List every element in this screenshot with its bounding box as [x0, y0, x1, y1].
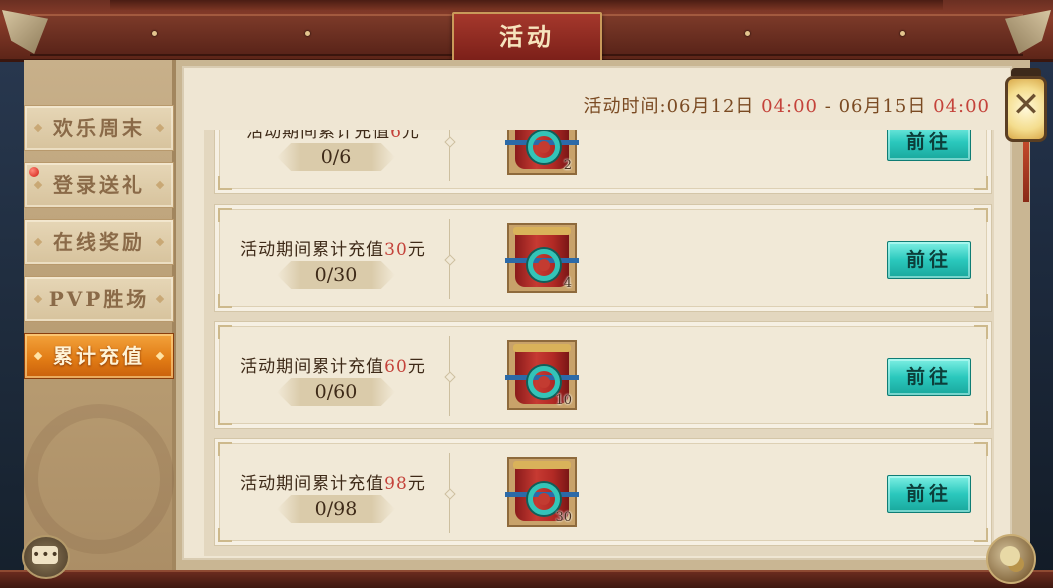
card-corner	[218, 411, 232, 425]
reward-item-qty: 2	[563, 158, 572, 173]
top-strip	[110, 0, 943, 10]
jade-ring	[528, 131, 560, 163]
reward-item-qty: 10	[555, 393, 572, 408]
close-button[interactable]: ✕	[1001, 68, 1051, 202]
sidebar-tab-happy-weekend[interactable]: 欢乐周末	[24, 105, 174, 151]
card-corner	[974, 411, 988, 425]
title-plaque: 活动	[452, 12, 602, 62]
reward-desc-prefix: 活动期间累计充值	[240, 240, 385, 260]
sidebar-tab-label: 欢乐周末	[53, 116, 145, 140]
rail-stud	[305, 31, 310, 36]
sidebar-tab-label: PVP胜场	[48, 287, 150, 311]
event-time-separator: -	[824, 96, 832, 117]
reward-amount: 6	[390, 130, 402, 142]
reward-item-qty: 4	[563, 276, 572, 291]
reward-card: 活动期间累计充值98元 0/98 30 前往	[214, 438, 992, 546]
event-end-time: 04:00	[933, 96, 990, 117]
reward-desc: 活动期间累计充值60元	[233, 352, 433, 377]
lantern-cap	[1011, 68, 1041, 76]
go-button[interactable]: 前往	[887, 358, 971, 396]
reward-desc-prefix: 活动期间累计充值	[246, 130, 391, 142]
reward-progress: 0/30	[277, 261, 395, 289]
reward-card: 活动期间累计充值60元 0/60 10 前往	[214, 321, 992, 429]
reward-unit: 元	[401, 130, 420, 142]
red-pouch-icon	[505, 130, 579, 169]
event-time: 活动时间:06月12日 04:00 - 06月15日 04:00	[584, 92, 990, 118]
card-corner	[974, 442, 988, 456]
sidebar-tab-cumulative-recharge[interactable]: 累计充值	[24, 333, 174, 379]
coin-icon	[1000, 546, 1020, 566]
reward-card: 活动期间累计充值30元 0/30 4 前往	[214, 204, 992, 312]
reward-item[interactable]: 4	[505, 223, 579, 293]
reward-desc-prefix: 活动期间累计充值	[240, 357, 385, 377]
background-left	[0, 0, 26, 588]
card-corner	[218, 294, 232, 308]
reward-progress: 0/60	[277, 378, 395, 406]
card-corner	[218, 325, 232, 339]
event-end-date: 06月15日	[838, 96, 927, 117]
sidebar-tab-label: 累计充值	[53, 344, 145, 368]
content-panel: 活动时间:06月12日 04:00 - 06月15日 04:00 活动期间累计充…	[182, 66, 1012, 560]
reward-unit: 元	[407, 474, 426, 494]
sidebar-tab-login-gift[interactable]: 登录送礼	[24, 162, 174, 208]
go-button[interactable]: 前往	[887, 130, 971, 161]
coin-button[interactable]	[986, 534, 1036, 584]
reward-desc-prefix: 活动期间累计充值	[240, 474, 385, 494]
sidebar-tab-label: 在线奖励	[53, 230, 145, 254]
reward-item-qty: 30	[555, 510, 572, 525]
lantern-tassel	[1023, 142, 1029, 202]
card-corner	[218, 442, 232, 456]
reward-item[interactable]: 30	[505, 457, 579, 527]
card-corner	[218, 176, 232, 190]
card-corner	[974, 176, 988, 190]
reward-unit: 元	[407, 240, 426, 260]
card-corner	[218, 528, 232, 542]
card-corner	[218, 208, 232, 222]
event-start-time: 04:00	[761, 96, 819, 117]
chat-button[interactable]: •••	[22, 535, 70, 579]
card-corner	[974, 325, 988, 339]
sidebar-tab-pvp-wins[interactable]: PVP胜场	[24, 276, 174, 322]
sidebar-tab-label: 登录送礼	[53, 173, 145, 197]
card-divider	[449, 130, 450, 181]
reward-desc: 活动期间累计充值6元	[233, 130, 433, 142]
close-icon: ✕	[1011, 85, 1041, 125]
card-corner	[974, 208, 988, 222]
red-pouch-icon	[505, 227, 579, 287]
sidebar-swirl-decoration	[24, 404, 174, 554]
card-corner	[974, 528, 988, 542]
rail-stud	[152, 31, 157, 36]
event-start-date: 06月12日	[666, 96, 755, 117]
go-button[interactable]: 前往	[887, 241, 971, 279]
jade-ring	[528, 249, 560, 281]
rail-stud	[900, 31, 905, 36]
reward-amount: 98	[384, 474, 408, 494]
chat-dots: •••	[32, 547, 60, 563]
card-divider	[449, 453, 450, 533]
sidebar: 欢乐周末 登录送礼 在线奖励 PVP胜场 累计充值	[24, 60, 176, 574]
reward-desc: 活动期间累计充值30元	[233, 235, 433, 260]
card-divider	[449, 219, 450, 299]
reward-list[interactable]: 活动期间累计充值6元 0/6 2 前往 活动期间累计充值30元 0/30 4 前…	[204, 130, 994, 556]
reward-item[interactable]: 2	[505, 130, 579, 175]
reward-amount: 30	[384, 240, 408, 260]
bottom-bar	[0, 570, 1053, 588]
reward-amount: 60	[384, 357, 408, 377]
go-button[interactable]: 前往	[887, 475, 971, 513]
reward-progress: 0/98	[277, 495, 395, 523]
reward-card: 活动期间累计充值6元 0/6 2 前往	[214, 130, 992, 194]
card-divider	[449, 336, 450, 416]
reward-item[interactable]: 10	[505, 340, 579, 410]
card-corner	[974, 294, 988, 308]
sidebar-tab-online-reward[interactable]: 在线奖励	[24, 219, 174, 265]
page-title: 活动	[499, 22, 555, 51]
rail-stud	[745, 31, 750, 36]
event-time-prefix: 活动时间:	[583, 96, 667, 117]
reward-unit: 元	[407, 357, 426, 377]
reward-desc: 活动期间累计充值98元	[233, 469, 433, 494]
notification-dot-icon	[29, 167, 39, 177]
reward-progress: 0/6	[277, 143, 395, 171]
